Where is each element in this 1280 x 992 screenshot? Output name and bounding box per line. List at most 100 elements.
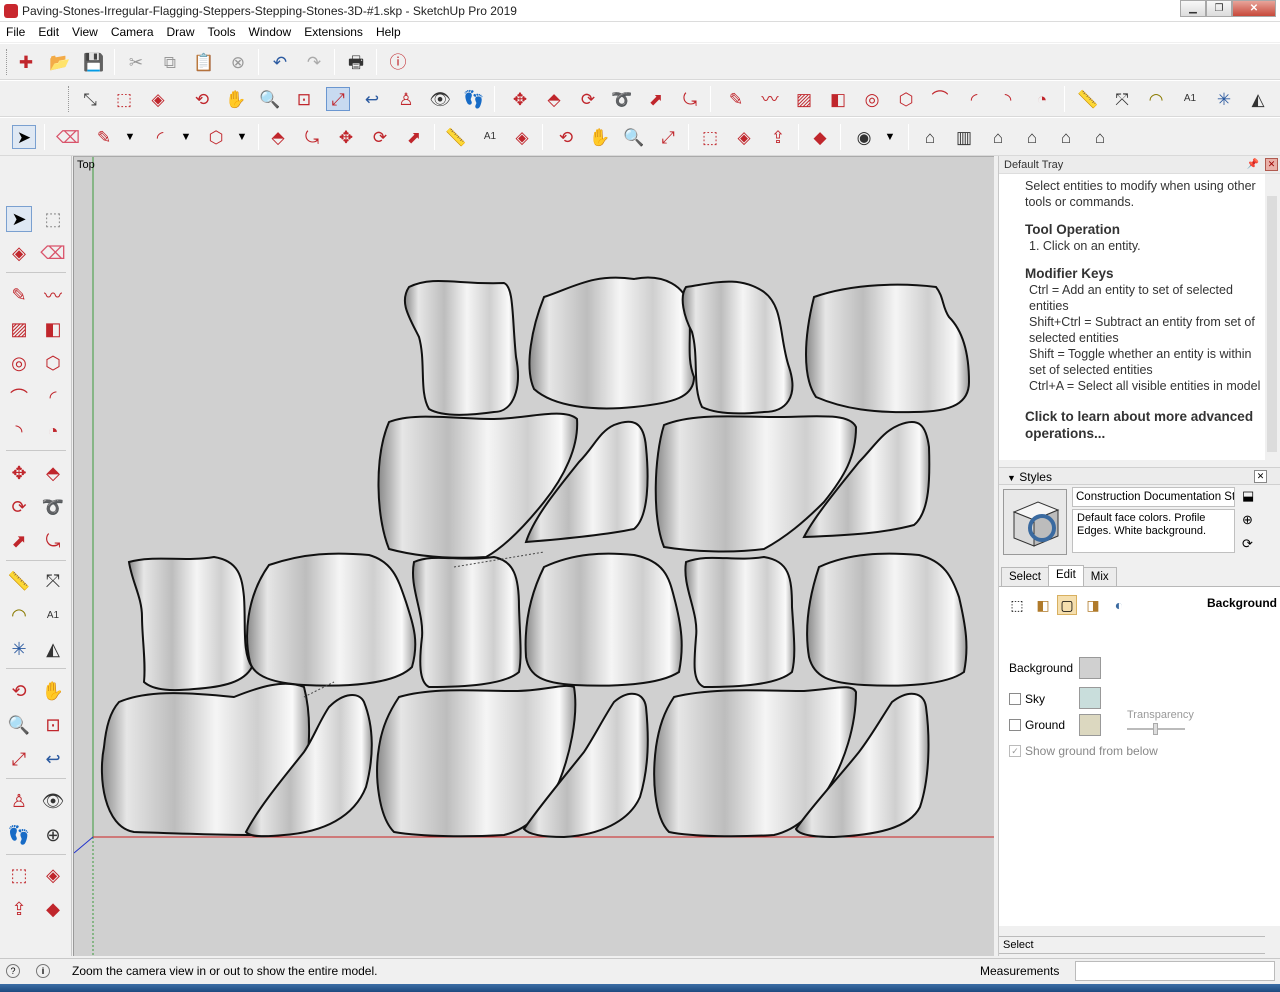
face-settings-icon[interactable]: ◧	[1033, 595, 1053, 615]
back-view-icon[interactable]: ⌂	[1054, 125, 1078, 149]
eraser-icon[interactable]: ⌫	[40, 240, 66, 266]
tray-collapsed-panel[interactable]: Select	[999, 936, 1265, 954]
three-point-arc-icon[interactable]: ◝	[6, 418, 32, 444]
rotated-rectangle-icon[interactable]: ◧	[40, 316, 66, 342]
style-thumbnail[interactable]	[1003, 489, 1067, 555]
select-tool-icon[interactable]: ➤	[6, 206, 32, 232]
dimension-icon[interactable]: ⤧	[40, 568, 66, 594]
extension-warehouse-icon[interactable]: ◆	[40, 896, 66, 922]
instructor-scrollbar[interactable]	[1265, 174, 1280, 460]
style-name-field[interactable]: Construction Documentation Style	[1072, 487, 1235, 507]
tape-measure-icon[interactable]: 📏	[1076, 87, 1100, 111]
refresh-icon[interactable]: ⟳	[1242, 536, 1253, 552]
print-icon[interactable]: 🖶	[344, 50, 368, 74]
make-component-icon[interactable]: ⬚	[40, 206, 66, 232]
freehand-icon[interactable]: 〰	[40, 282, 66, 308]
restore-icon[interactable]: ❐	[1206, 0, 1232, 17]
section-plane-icon[interactable]: ◭	[1246, 87, 1270, 111]
component-icon[interactable]: ⬚	[112, 87, 136, 111]
right-view-icon[interactable]: ⌂	[1020, 125, 1044, 149]
polygon-tool-icon[interactable]: ⬡	[204, 125, 228, 149]
walk-icon[interactable]: 👣	[6, 822, 32, 848]
move-tool-icon[interactable]: ✥	[334, 125, 358, 149]
text-icon[interactable]: A1	[1178, 87, 1202, 111]
menu-camera[interactable]: Camera	[111, 25, 154, 39]
share-component-icon[interactable]: ⇪	[766, 125, 790, 149]
model-info-icon[interactable]: ⓘ	[386, 50, 410, 74]
rectangle-icon[interactable]: ▨	[792, 87, 816, 111]
rotated-rectangle-icon[interactable]: ◧	[826, 87, 850, 111]
scrollbar-thumb[interactable]	[1267, 196, 1277, 452]
chevron-down-icon[interactable]: ▼	[230, 125, 254, 149]
cut-icon[interactable]: ✂	[124, 50, 148, 74]
tab-mix[interactable]: Mix	[1082, 567, 1117, 586]
menu-draw[interactable]: Draw	[167, 25, 195, 39]
erase-icon[interactable]: ⊗	[226, 50, 250, 74]
zoom-extents-icon[interactable]: ⤢	[326, 87, 350, 111]
share-component-icon[interactable]: ⇪	[6, 896, 32, 922]
menu-edit[interactable]: Edit	[38, 25, 59, 39]
pan-icon[interactable]: ✋	[40, 678, 66, 704]
background-color-swatch[interactable]	[1079, 657, 1101, 679]
section-plane-icon[interactable]: ⊕	[40, 822, 66, 848]
slider-knob[interactable]	[1153, 723, 1158, 735]
position-camera-icon[interactable]: ♙	[394, 87, 418, 111]
axes-icon[interactable]: ✳	[1212, 87, 1236, 111]
tape-measure-icon[interactable]: 📏	[6, 568, 32, 594]
paint-bucket-icon[interactable]: ◈	[6, 240, 32, 266]
dimension-icon[interactable]: ⤧	[1110, 87, 1134, 111]
offset-icon[interactable]: ⤿	[40, 528, 66, 554]
push-pull-icon[interactable]: ⬘	[542, 87, 566, 111]
tape-measure-tool-icon[interactable]: 📏	[444, 125, 468, 149]
text-icon[interactable]: A1	[40, 602, 66, 628]
menu-extensions[interactable]: Extensions	[304, 25, 363, 39]
learn-more-link[interactable]: Click to learn about more advanced opera…	[1025, 408, 1265, 442]
text-tool-icon[interactable]: A1	[478, 125, 502, 149]
zoom-extents-icon[interactable]: ⤢	[6, 746, 32, 772]
account-icon[interactable]: ◉	[852, 125, 876, 149]
chevron-down-icon[interactable]: ▼	[118, 125, 142, 149]
three-point-arc-icon[interactable]: ◝	[996, 87, 1020, 111]
line-tool-icon[interactable]: ✎	[92, 125, 116, 149]
share-model-icon[interactable]: ◈	[732, 125, 756, 149]
front-view-icon[interactable]: ⌂	[986, 125, 1010, 149]
rectangle-icon[interactable]: ▨	[6, 316, 32, 342]
orbit-icon[interactable]: ⟲	[6, 678, 32, 704]
rotate-tool-icon[interactable]: ⟳	[368, 125, 392, 149]
look-around-icon[interactable]: 👁	[40, 788, 66, 814]
left-view-icon[interactable]: ⌂	[1088, 125, 1112, 149]
offset-tool-icon[interactable]: ⤿	[300, 125, 324, 149]
show-ground-checkbox[interactable]: ✓	[1009, 745, 1021, 757]
orbit-icon[interactable]: ⟲	[190, 87, 214, 111]
rotate-icon[interactable]: ⟳	[6, 494, 32, 520]
line-icon[interactable]: ✎	[6, 282, 32, 308]
ground-color-swatch[interactable]	[1079, 714, 1101, 736]
select-tool-icon[interactable]: ➤	[12, 125, 36, 149]
update-style-icon[interactable]: ⬓	[1242, 488, 1254, 504]
previous-view-icon[interactable]: ↩	[360, 87, 384, 111]
share-model-icon[interactable]: ◈	[40, 862, 66, 888]
paste-icon[interactable]: 📋	[192, 50, 216, 74]
select-icon[interactable]: ⤡	[78, 87, 102, 111]
push-pull-icon[interactable]: ⬘	[40, 460, 66, 486]
model-viewport[interactable]: Top	[73, 156, 994, 956]
zoom-window-icon[interactable]: ⊡	[292, 87, 316, 111]
undo-icon[interactable]: ↶	[268, 50, 292, 74]
pan-tool-icon[interactable]: ✋	[588, 125, 612, 149]
model-canvas[interactable]	[74, 157, 994, 956]
close-icon[interactable]: ✕	[1265, 158, 1278, 171]
close-window-button[interactable]: ✕	[1232, 0, 1276, 17]
menu-file[interactable]: File	[6, 25, 25, 39]
top-view-icon[interactable]: ▥	[952, 125, 976, 149]
warehouse-icon[interactable]: ⬚	[698, 125, 722, 149]
pan-icon[interactable]: ✋	[224, 87, 248, 111]
two-point-arc-icon[interactable]: ◜	[40, 384, 66, 410]
watermark-settings-icon[interactable]: ◨	[1083, 595, 1103, 615]
follow-me-icon[interactable]: ➰	[40, 494, 66, 520]
walk-icon[interactable]: 👣	[462, 87, 486, 111]
open-icon[interactable]: 📂	[48, 50, 72, 74]
move-icon[interactable]: ✥	[508, 87, 532, 111]
close-icon[interactable]: ✕	[1254, 470, 1267, 483]
look-around-icon[interactable]: 👁	[428, 87, 452, 111]
zoom-extents-tool-icon[interactable]: ⤢	[656, 125, 680, 149]
